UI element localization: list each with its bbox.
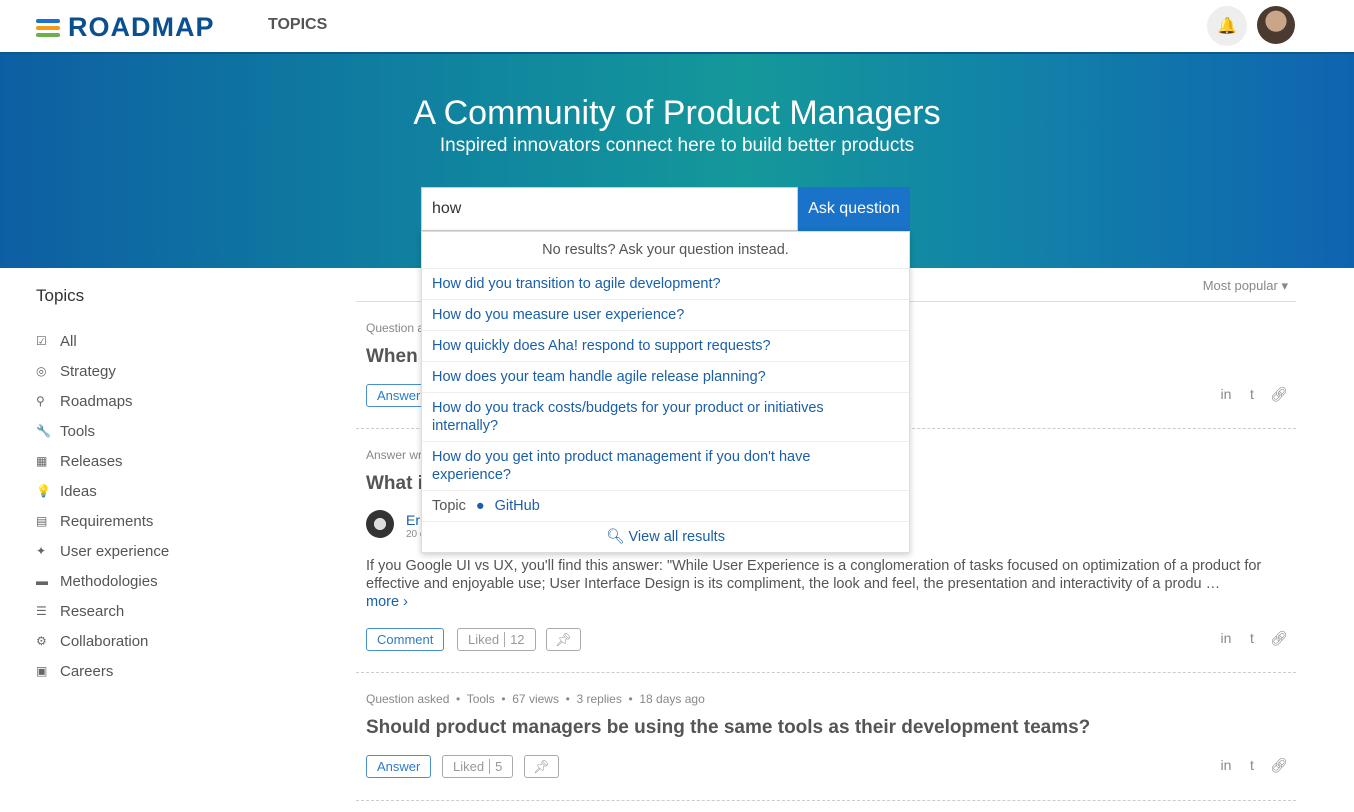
link-icon[interactable]: 🔗︎ xyxy=(1270,630,1288,646)
suggestion-item[interactable]: How quickly does Aha! respond to support… xyxy=(422,331,909,362)
sidebar-item-roadmaps[interactable]: ⚲ Roadmaps xyxy=(36,384,169,418)
sidebar-item-label: Strategy xyxy=(60,362,116,380)
comment-button[interactable]: Comment xyxy=(366,628,445,651)
author-name[interactable]: Er xyxy=(406,512,420,528)
suggestion-item[interactable]: How do you measure user experience? xyxy=(422,300,909,331)
sidebar-item-research[interactable]: ☰ Research xyxy=(36,594,169,628)
post-title[interactable]: When I xyxy=(366,346,428,368)
sidebar-item-label: Roadmaps xyxy=(60,392,133,410)
bell-icon[interactable]: 🔔 xyxy=(1207,6,1247,46)
post-title[interactable]: Should product managers be using the sam… xyxy=(366,717,1090,739)
answer-button[interactable]: Answer xyxy=(366,755,432,778)
pin-icon[interactable]: 📌︎ xyxy=(546,628,581,651)
post-body: If you Google UI vs UX, you'll find this… xyxy=(366,558,1262,610)
logo-icon xyxy=(36,18,60,37)
topic-icon: 💡 xyxy=(36,484,51,498)
ask-question-button[interactable]: Ask question xyxy=(798,187,910,231)
topic-suggestion[interactable]: Topic ● GitHub xyxy=(422,491,909,522)
suggestion-item[interactable]: How do you track costs/budgets for your … xyxy=(422,393,909,442)
caret-down-icon: ▾ xyxy=(1281,278,1288,293)
hero-subtitle: Inspired innovators connect here to buil… xyxy=(439,135,915,156)
sidebar-item-tools[interactable]: 🔧 Tools xyxy=(36,414,169,448)
post-meta: Question a xyxy=(366,321,425,335)
search-input[interactable]: how xyxy=(421,187,798,231)
topic-icon: ▤ xyxy=(36,514,48,528)
sidebar: Topics ☑ All ◎ Strategy ⚲ Roadmaps 🔧 Tools ▦ Rele… xyxy=(36,286,169,688)
sidebar-title: Topics xyxy=(36,286,85,305)
linkedin-icon[interactable]: in xyxy=(1218,386,1234,402)
topic-icon: ☰ xyxy=(36,604,47,618)
topic-icon: ☑ xyxy=(36,334,47,348)
post-meta: Question asked • Tools • 67 views • 3 re… xyxy=(366,692,705,706)
view-all-label: View all results xyxy=(628,529,725,545)
topic-icon: ▣ xyxy=(36,664,48,678)
sidebar-item-label: All xyxy=(60,332,77,350)
suggestion-item[interactable]: How does your team handle agile release … xyxy=(422,362,909,393)
post-meta: Answer wr xyxy=(366,448,423,462)
topic-name: GitHub xyxy=(494,498,540,514)
sidebar-item-user-experience[interactable]: ✦ User experience xyxy=(36,534,169,568)
sidebar-item-label: Methodologies xyxy=(60,572,158,590)
suggestion-item[interactable]: How do you get into product management i… xyxy=(422,442,909,491)
divider xyxy=(356,800,1296,801)
logo-text: ROADMAP xyxy=(68,12,215,42)
like-button[interactable]: Liked 5 xyxy=(442,755,514,778)
sort-dropdown[interactable]: Most popular ▾ xyxy=(1203,278,1288,294)
sidebar-item-label: Collaboration xyxy=(60,632,149,650)
topic-icon: 🔧 xyxy=(36,424,51,438)
top-header: ROADMAP TOPICS 🔔 xyxy=(0,0,1354,54)
sidebar-item-ideas[interactable]: 💡 Ideas xyxy=(36,474,169,508)
share-links: in t 🔗︎ xyxy=(1218,386,1288,402)
more-link[interactable]: more › xyxy=(366,594,408,610)
sidebar-item-requirements[interactable]: ▤ Requirements xyxy=(36,504,169,538)
pin-icon[interactable]: 📌︎ xyxy=(524,755,559,778)
sort-label: Most popular xyxy=(1202,278,1278,293)
sidebar-item-label: Tools xyxy=(60,422,96,440)
share-links: in t 🔗︎ xyxy=(1218,757,1288,773)
twitter-icon[interactable]: t xyxy=(1244,757,1260,773)
github-icon: ● xyxy=(475,498,485,514)
linkedin-icon[interactable]: in xyxy=(1218,630,1234,646)
search-icon: 🔍︎ xyxy=(606,529,625,545)
link-icon[interactable]: 🔗︎ xyxy=(1270,757,1288,773)
topic-icon: ⚙ xyxy=(36,634,47,648)
topic-icon: ✦ xyxy=(36,544,47,558)
link-icon[interactable]: 🔗︎ xyxy=(1270,386,1288,402)
divider xyxy=(356,672,1296,673)
hero-title: A Community of Product Managers xyxy=(413,94,941,132)
sidebar-item-label: Research xyxy=(60,602,125,620)
sidebar-item-collaboration[interactable]: ⚙ Collaboration xyxy=(36,624,169,658)
sidebar-item-strategy[interactable]: ◎ Strategy xyxy=(36,354,169,388)
sidebar-item-label: Releases xyxy=(60,452,123,470)
topic-icon: ▬ xyxy=(36,574,48,588)
twitter-icon[interactable]: t xyxy=(1244,630,1260,646)
view-all-results[interactable]: 🔍︎ View all results xyxy=(422,522,909,552)
sidebar-item-careers[interactable]: ▣ Careers xyxy=(36,654,169,688)
author-avatar[interactable] xyxy=(366,510,394,538)
topic-icon: ▦ xyxy=(36,454,48,468)
nav-topics[interactable]: TOPICS xyxy=(268,16,327,34)
logo[interactable]: ROADMAP xyxy=(36,12,215,43)
no-results-text: No results? Ask your question instead. xyxy=(422,232,909,269)
sidebar-item-all[interactable]: ☑ All xyxy=(36,324,169,358)
sidebar-item-label: Careers xyxy=(60,662,114,680)
topic-icon: ◎ xyxy=(36,364,47,378)
sidebar-item-label: Ideas xyxy=(60,482,97,500)
topic-icon: ⚲ xyxy=(36,394,45,408)
suggestion-item[interactable]: How did you transition to agile developm… xyxy=(422,269,909,300)
like-button[interactable]: Liked 12 xyxy=(457,628,536,651)
topic-label: Topic xyxy=(432,498,466,514)
sidebar-item-label: User experience xyxy=(60,542,170,560)
search-suggestions: No results? Ask your question instead. H… xyxy=(421,231,910,553)
linkedin-icon[interactable]: in xyxy=(1218,757,1234,773)
sidebar-item-methodologies[interactable]: ▬ Methodologies xyxy=(36,564,169,598)
avatar[interactable] xyxy=(1257,6,1295,44)
share-links: in t 🔗︎ xyxy=(1218,630,1288,646)
post-title[interactable]: What i xyxy=(366,473,423,495)
sidebar-item-label: Requirements xyxy=(60,512,154,530)
twitter-icon[interactable]: t xyxy=(1244,386,1260,402)
sidebar-item-releases[interactable]: ▦ Releases xyxy=(36,444,169,478)
